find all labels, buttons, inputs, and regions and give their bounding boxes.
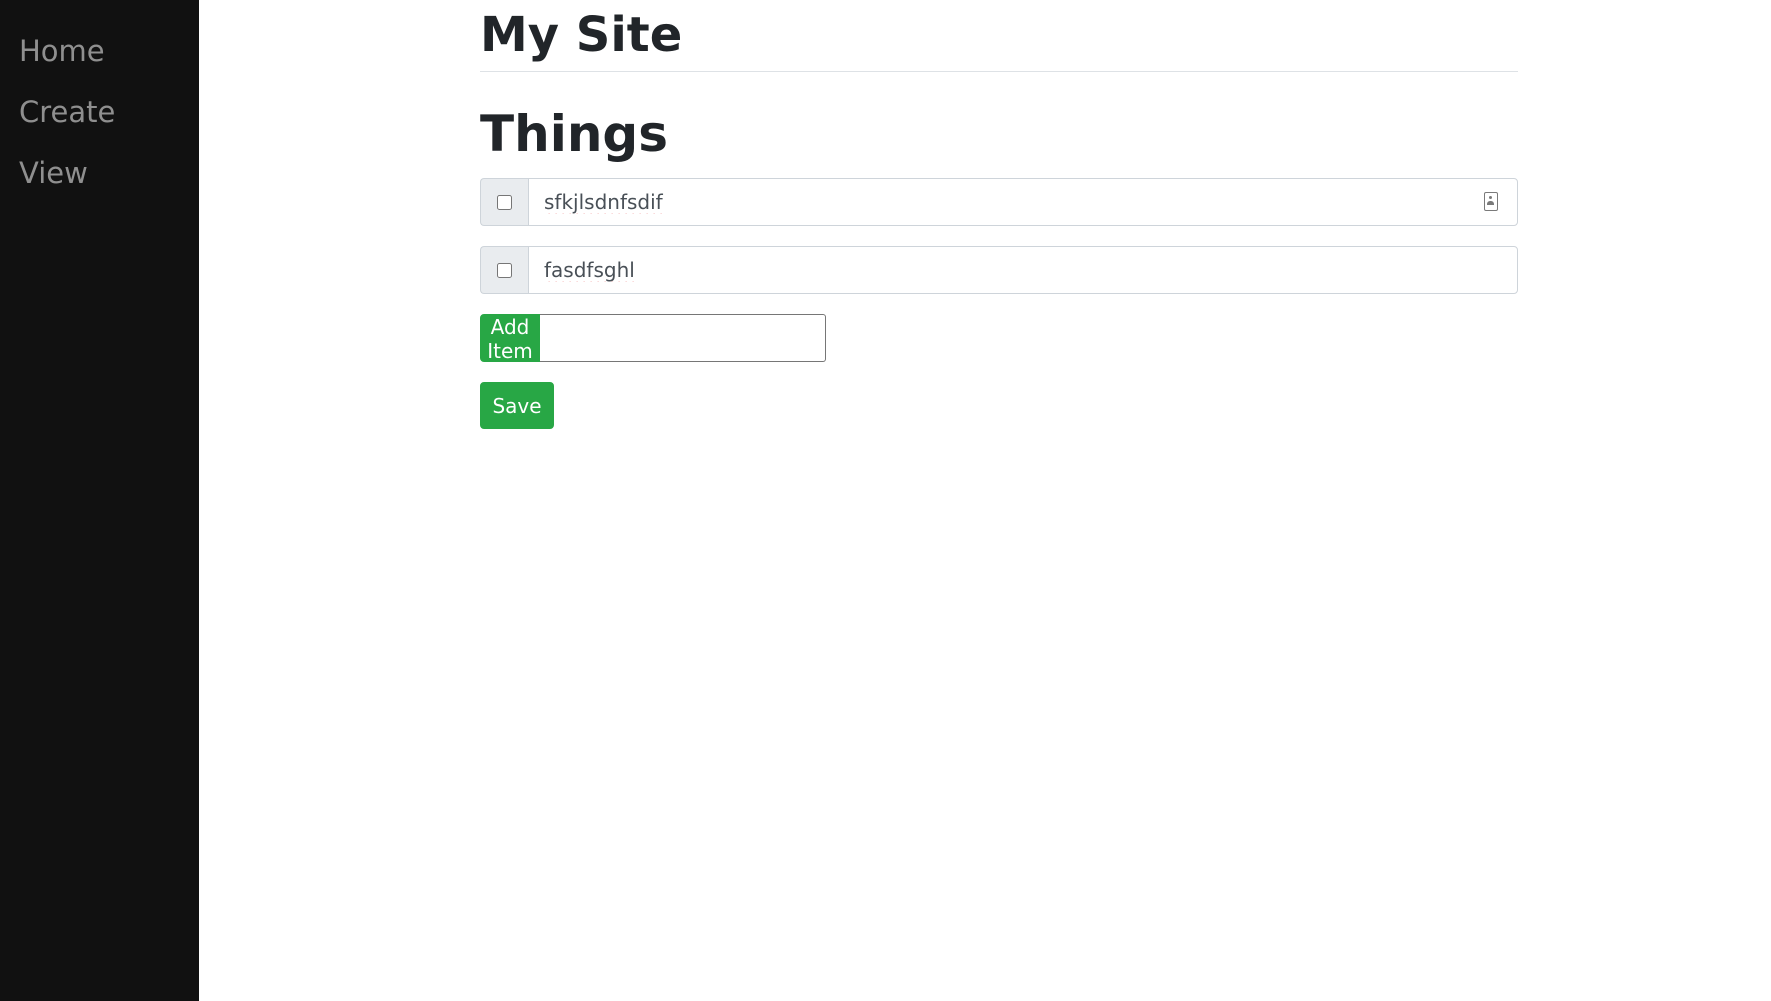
item-checkbox[interactable] [497,262,512,278]
item-checkbox[interactable] [497,194,512,210]
site-title: My Site [480,0,1518,72]
main-content: My Site Things Add Item Save [480,0,1518,429]
sidebar-item-view[interactable]: View [0,150,199,211]
item-text-input[interactable] [528,178,1518,226]
save-button[interactable]: Save [480,382,554,429]
list-item [480,178,1518,226]
item-input-wrapper [528,178,1518,226]
add-item-input[interactable] [540,314,826,362]
item-checkbox-wrapper [480,246,528,294]
section-title: Things [480,105,668,163]
sidebar-item-home[interactable]: Home [0,28,199,89]
item-text-input[interactable] [528,246,1518,294]
sidebar-item-create[interactable]: Create [0,89,199,150]
list-item [480,246,1518,294]
item-checkbox-wrapper [480,178,528,226]
add-item-button[interactable]: Add Item [480,314,540,363]
add-item-group: Add Item [480,314,826,363]
item-input-wrapper [528,246,1518,294]
sidebar: Home Create View [0,0,199,1001]
contact-card-icon[interactable] [1484,192,1498,211]
